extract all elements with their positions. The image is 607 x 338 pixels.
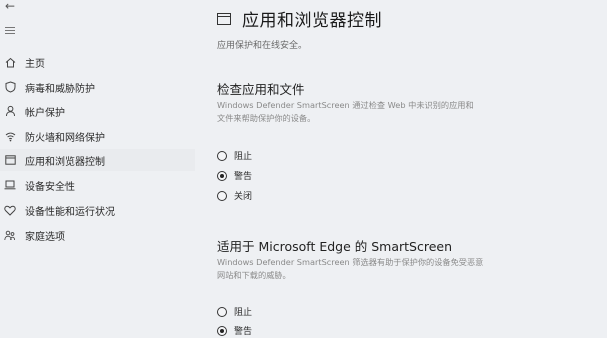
app-window-icon [217, 12, 231, 25]
back-arrow-icon[interactable]: ← [5, 0, 21, 14]
radio-button-selected[interactable] [217, 170, 227, 181]
section-heading-edge-smartscreen: 适用于 Microsoft Edge 的 SmartScreen [217, 239, 453, 254]
page-subtitle: 应用保护和在线安全。 [217, 41, 308, 51]
hamburger-menu-icon[interactable] [5, 27, 15, 35]
section-heading-check-apps: 检查应用和文件 [217, 82, 305, 97]
sidebar-item-home[interactable]: 主页 [0, 51, 195, 73]
radio-label: 阻止 [234, 152, 253, 162]
sidebar-item-label: 主页 [25, 58, 45, 70]
section-description-check-apps: Windows Defender SmartScreen 通过检查 Web 中未… [217, 99, 517, 125]
home-icon [3, 55, 17, 69]
description-line: Windows Defender SmartScreen 筛选器有助于保护你的设… [217, 257, 484, 267]
sidebar-item-virus-protection[interactable]: 病毒和威胁防护 [0, 76, 195, 98]
sidebar-item-label: 应用和浏览器控制 [25, 156, 105, 168]
radio-label: 阻止 [234, 308, 253, 318]
radio-button-selected[interactable] [217, 325, 227, 336]
heart-icon [3, 203, 17, 217]
person-icon [3, 104, 17, 118]
sidebar-item-label: 家庭选项 [25, 231, 65, 243]
radio-option-edge-block[interactable]: 阻止 [217, 305, 252, 318]
sidebar-item-device-security[interactable]: 设备安全性 [0, 174, 195, 196]
radio-option-edge-warn[interactable]: 警告 [217, 324, 252, 337]
sidebar-item-device-performance[interactable]: 设备性能和运行状况 [0, 199, 195, 221]
main-content: 应用和浏览器控制 应用保护和在线安全。 检查应用和文件 Windows Defe… [195, 0, 607, 338]
radio-label: 警告 [234, 327, 253, 337]
sidebar-item-account-protection[interactable]: 帐户保护 [0, 100, 195, 122]
description-line: Windows Defender SmartScreen 通过检查 Web 中未… [217, 100, 474, 110]
radio-button[interactable] [217, 150, 227, 161]
radio-option-off[interactable]: 关闭 [217, 189, 252, 202]
radio-option-warn[interactable]: 警告 [217, 169, 252, 182]
app-window-icon [3, 153, 17, 167]
sidebar-item-family-options[interactable]: 家庭选项 [0, 224, 195, 246]
sidebar-item-label: 帐户保护 [25, 107, 65, 119]
sidebar-item-label: 设备安全性 [25, 181, 75, 193]
sidebar-item-firewall[interactable]: 防火墙和网络保护 [0, 125, 195, 147]
family-icon [3, 228, 17, 242]
radio-option-block[interactable]: 阻止 [217, 149, 252, 162]
page-title: 应用和浏览器控制 [242, 11, 382, 31]
sidebar-item-label: 防火墙和网络保护 [25, 132, 105, 144]
sidebar-item-app-browser-control[interactable]: 应用和浏览器控制 [0, 149, 195, 171]
laptop-icon [3, 178, 17, 192]
radio-button[interactable] [217, 306, 227, 317]
page-header: 应用和浏览器控制 [217, 6, 382, 31]
radio-button[interactable] [217, 190, 227, 201]
radio-label: 关闭 [234, 192, 253, 202]
sidebar-item-label: 设备性能和运行状况 [25, 206, 115, 218]
shield-icon [3, 80, 17, 94]
section-description-edge-smartscreen: Windows Defender SmartScreen 筛选器有助于保护你的设… [217, 256, 517, 282]
wifi-icon [3, 129, 17, 143]
sidebar: ← 主页 病毒和威胁防护 帐户保护 防火墙和网络保护 应用和浏览器控制 设备安全… [0, 0, 195, 338]
radio-label: 警告 [234, 172, 253, 182]
description-line: 网站和下载的威胁。 [217, 270, 291, 280]
sidebar-item-label: 病毒和威胁防护 [25, 83, 95, 95]
description-line: 文件来帮助保护你的设备。 [217, 113, 316, 123]
